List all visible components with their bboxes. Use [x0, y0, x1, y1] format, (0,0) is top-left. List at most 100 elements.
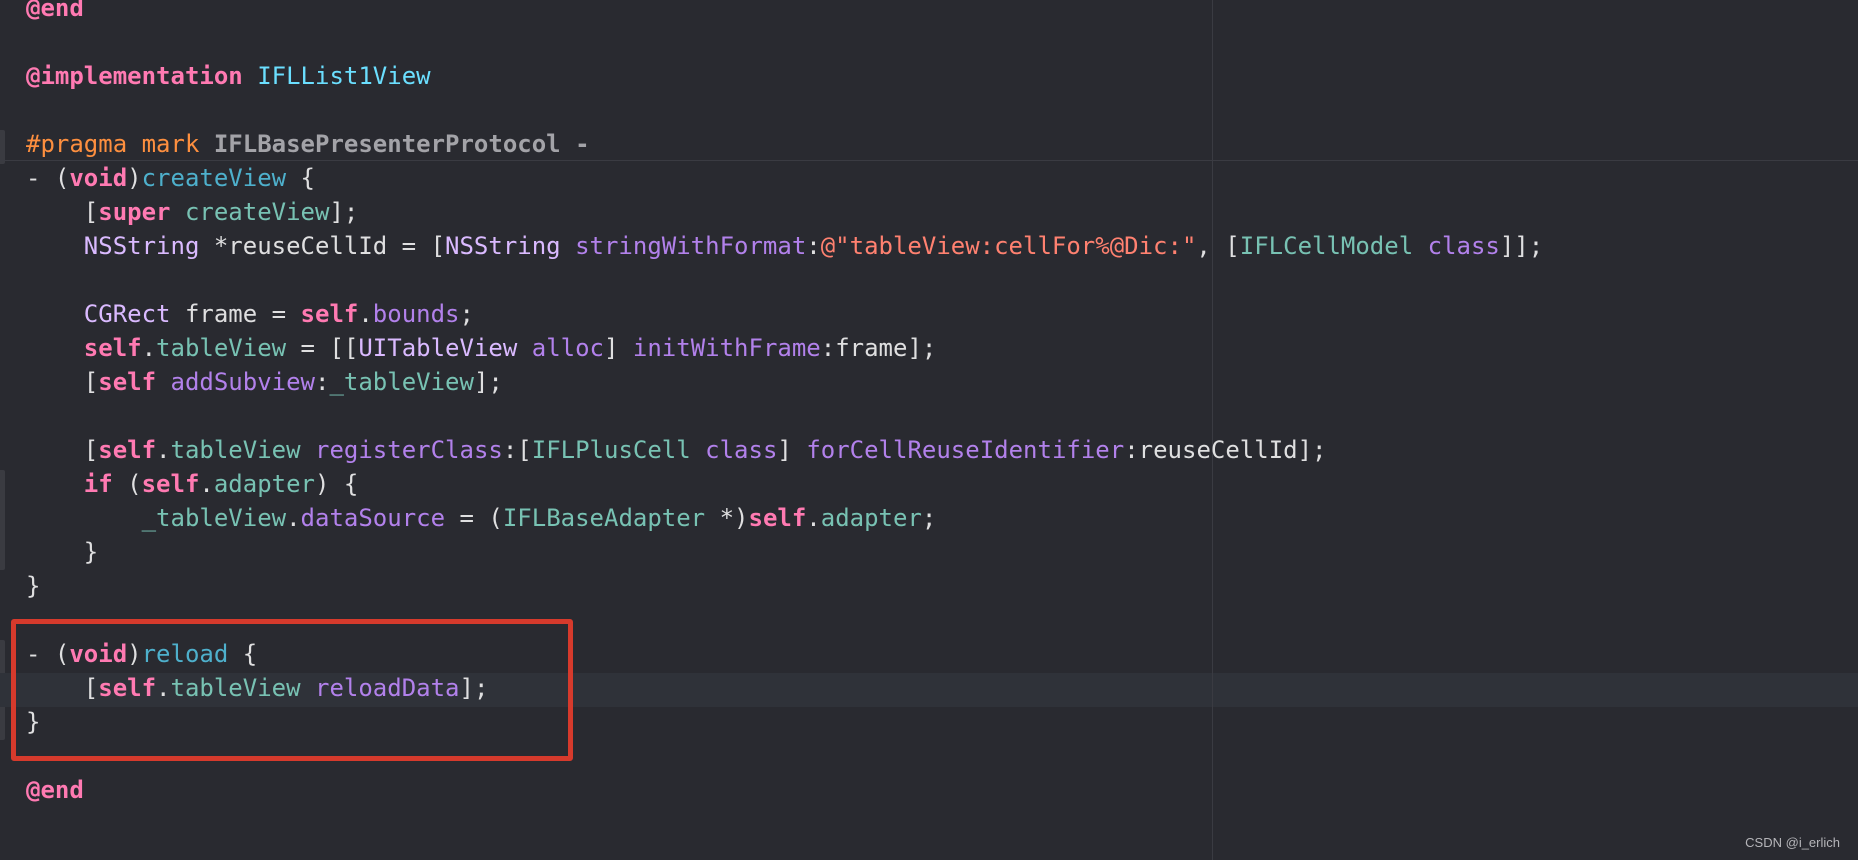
code-token: ];	[329, 198, 359, 226]
code-line[interactable]: [super createView];	[26, 195, 359, 229]
code-token: @implementation	[26, 62, 243, 90]
code-token: #pragma mark	[26, 130, 214, 158]
code-line[interactable]: self.tableView = [[UITableView alloc] in…	[26, 331, 937, 365]
code-line[interactable]: NSString *reuseCellId = [NSString string…	[26, 229, 1543, 263]
code-token: IFLPlusCell	[531, 436, 691, 464]
code-token: stringWithFormat	[575, 232, 807, 260]
code-line[interactable]: }	[26, 569, 40, 603]
code-line[interactable]: @end	[26, 773, 84, 807]
code-token: ;	[459, 300, 474, 328]
code-token: adapter	[213, 470, 316, 498]
code-line[interactable]: }	[26, 535, 98, 569]
code-token: IFLCellModel	[1239, 232, 1414, 260]
code-token: [	[26, 198, 99, 226]
code-line[interactable]: [self addSubview:_tableView];	[26, 365, 503, 399]
code-token: createView	[184, 198, 330, 226]
code-token: - (	[26, 164, 70, 192]
code-token: }	[26, 572, 41, 600]
code-token: ) {	[315, 470, 359, 498]
code-token: self	[748, 504, 807, 532]
code-token: createView	[141, 164, 287, 192]
code-token: .	[806, 504, 821, 532]
code-token: forCellReuseIdentifier	[806, 436, 1125, 464]
code-token: [	[26, 436, 99, 464]
code-line[interactable]: @implementation IFLList1View	[26, 59, 431, 93]
code-token: NSString	[445, 232, 561, 260]
code-token: .	[199, 470, 214, 498]
code-token: adapter	[820, 504, 922, 532]
code-token: class	[705, 436, 778, 464]
code-token: ];	[473, 368, 503, 396]
code-token: *)	[705, 504, 749, 532]
code-line[interactable]: @end	[26, 0, 84, 25]
code-token: tableView	[156, 334, 287, 362]
code-token: :[	[502, 436, 532, 464]
code-token: registerClass	[315, 436, 503, 464]
code-token: = [[	[286, 334, 359, 362]
code-token: self	[98, 368, 157, 396]
code-line[interactable]: [self.tableView registerClass:[IFLPlusCe…	[26, 433, 1327, 467]
code-token: }	[26, 538, 99, 566]
code-token: )	[127, 164, 142, 192]
code-token: bounds	[372, 300, 460, 328]
code-token: ]	[604, 334, 633, 362]
code-token: dataSource	[300, 504, 446, 532]
code-token: @"tableView:cellFor%@Dic:"	[820, 232, 1197, 260]
code-token: , [	[1196, 232, 1240, 260]
code-token: self	[98, 436, 157, 464]
code-token: ;	[921, 504, 937, 532]
code-token: :reuseCellId];	[1124, 436, 1327, 464]
code-line[interactable]: if (self.adapter) {	[26, 467, 359, 501]
code-line[interactable]: #pragma mark IFLBasePresenterProtocol -	[26, 127, 590, 161]
code-token: addSubview	[170, 368, 316, 396]
code-token: (	[112, 470, 142, 498]
code-token: IFLList1View	[257, 62, 431, 90]
code-line[interactable]: - (void)createView {	[26, 161, 315, 195]
code-token: _tableView	[329, 368, 474, 396]
code-token: self	[300, 300, 359, 328]
code-token: NSString	[83, 232, 200, 260]
code-token: tableView	[170, 436, 301, 464]
code-token: [	[26, 368, 99, 396]
code-token: IFLBaseAdapter	[502, 504, 706, 532]
code-token: alloc	[531, 334, 604, 362]
annotation-highlight-box	[11, 619, 573, 761]
code-token: @end	[26, 0, 84, 22]
code-token: super	[98, 198, 171, 226]
code-token: UITableView	[358, 334, 518, 362]
code-editor[interactable]: @end @implementation IFLList1View #pragma …	[0, 0, 1858, 860]
code-token: initWithFrame	[632, 334, 821, 362]
code-line[interactable]: _tableView.dataSource = (IFLBaseAdapter …	[26, 501, 937, 535]
code-token: :frame];	[820, 334, 937, 362]
code-token: CGRect	[83, 300, 171, 328]
code-token: .	[141, 334, 157, 362]
code-token: = (	[445, 504, 503, 532]
code-token: self	[83, 334, 142, 362]
code-token: class	[1427, 232, 1500, 260]
code-token: ]	[777, 436, 807, 464]
code-token: ]];	[1499, 232, 1544, 260]
code-token: if	[83, 470, 113, 498]
code-token: .	[358, 300, 373, 328]
code-token: :	[806, 232, 821, 260]
code-token: @end	[26, 776, 84, 804]
code-token: void	[69, 164, 128, 192]
code-token: :	[315, 368, 330, 396]
code-line[interactable]: CGRect frame = self.bounds;	[26, 297, 474, 331]
code-token: self	[141, 470, 200, 498]
code-token: _tableView	[141, 504, 287, 532]
code-token: IFLBasePresenterProtocol -	[213, 130, 590, 158]
code-token: .	[156, 436, 171, 464]
